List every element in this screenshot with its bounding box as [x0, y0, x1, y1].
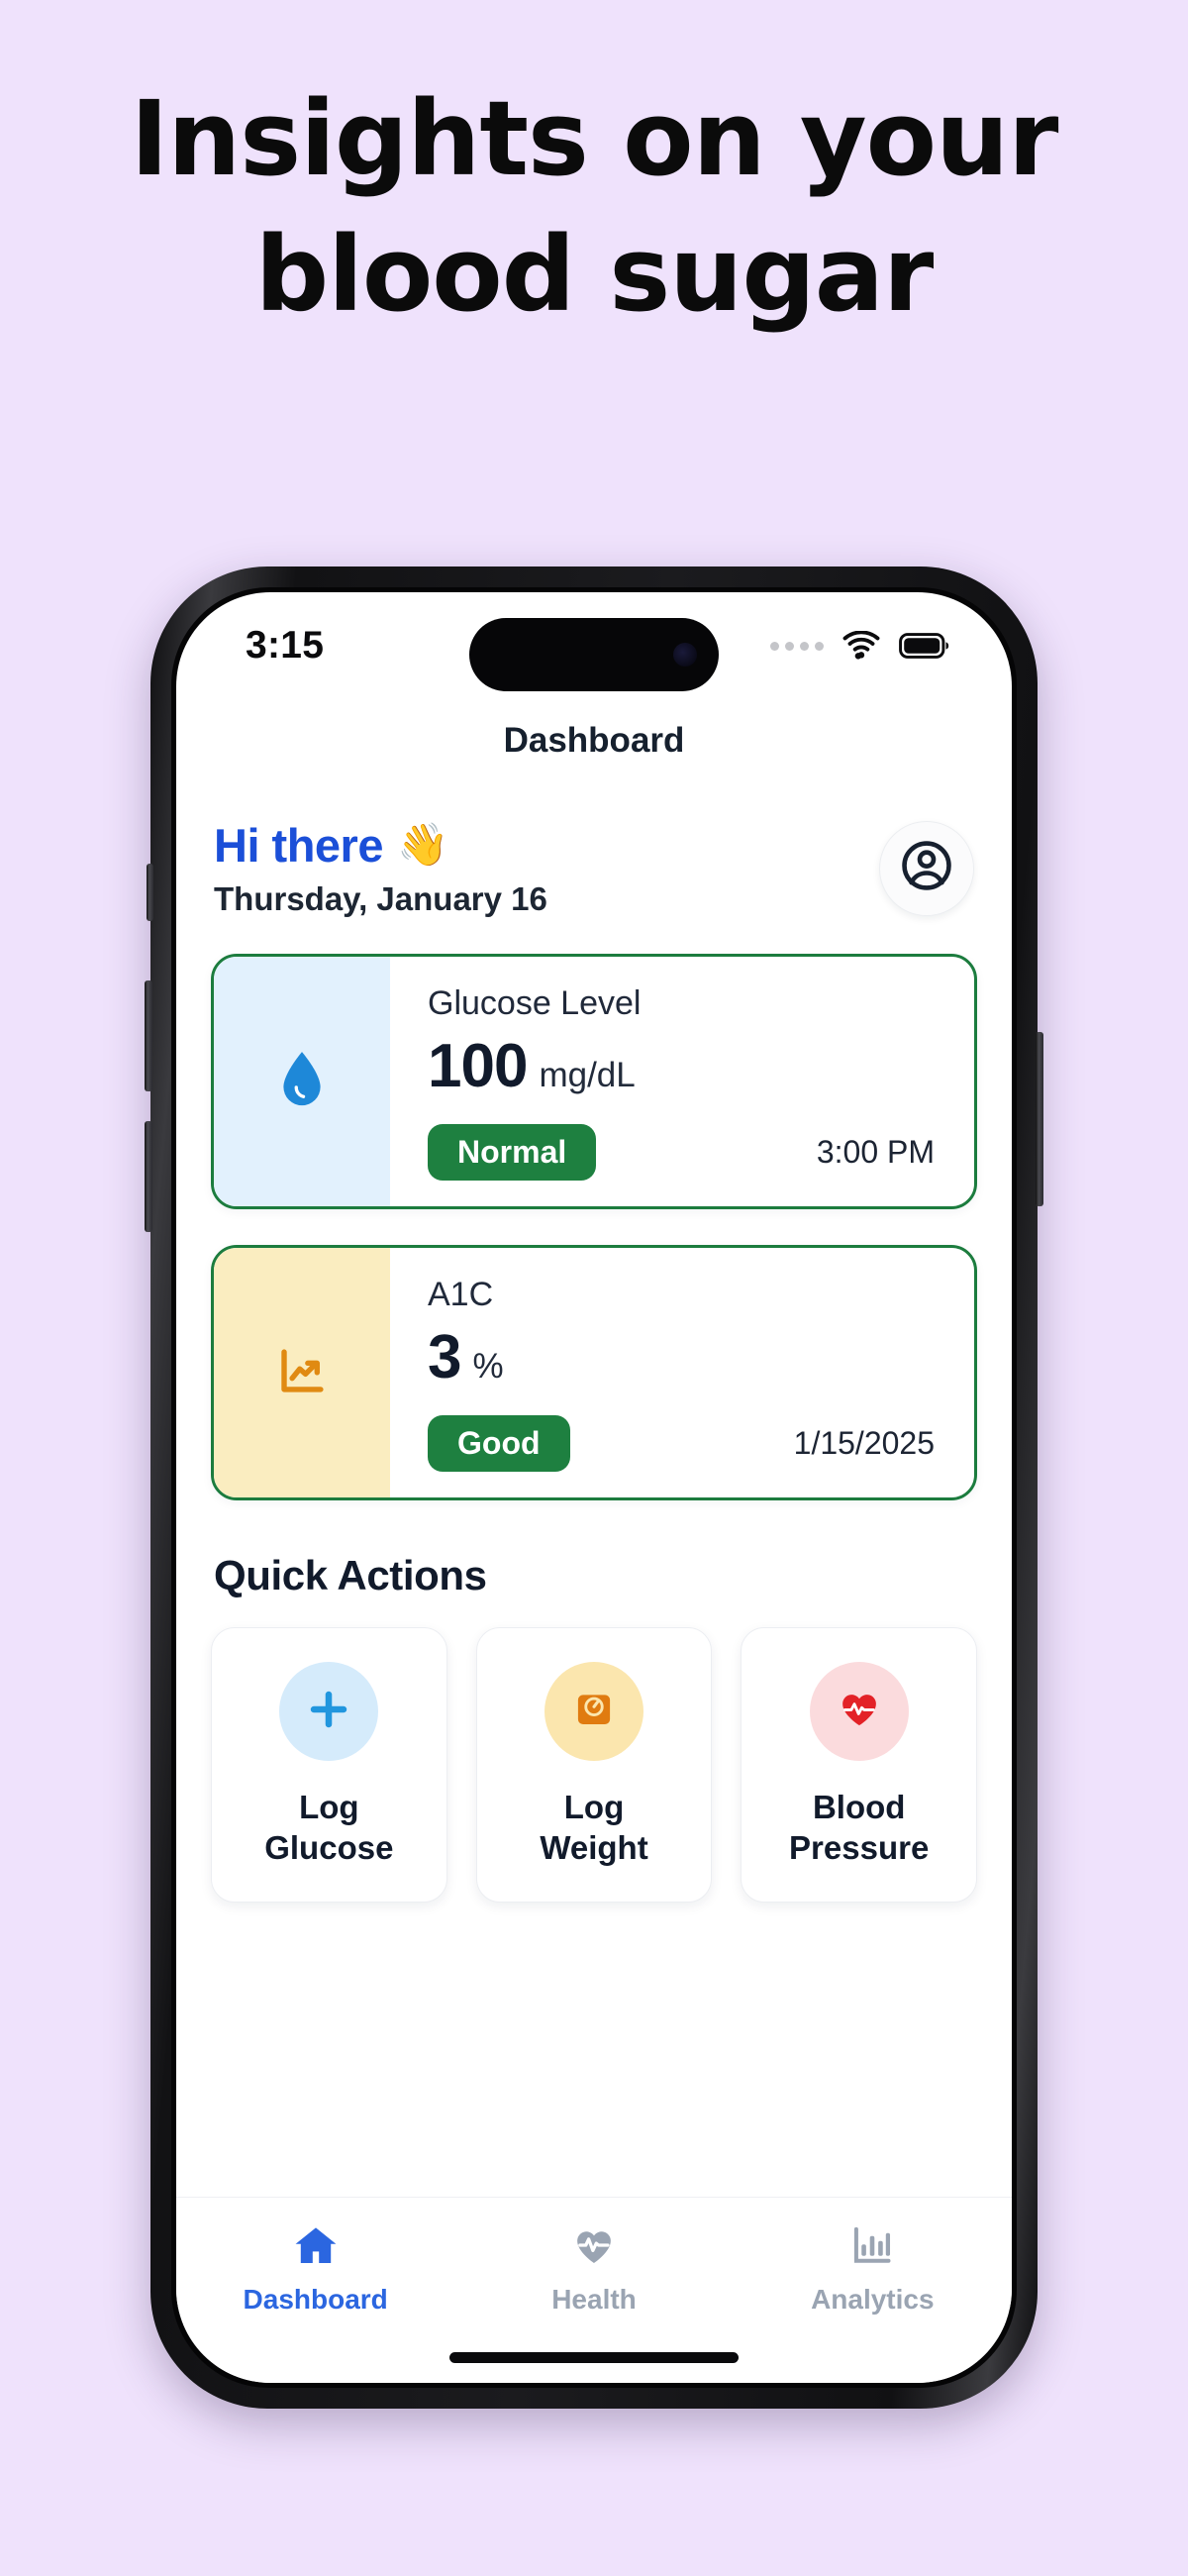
tab-health[interactable]: Health [454, 2223, 733, 2316]
status-bar: 3:15 [176, 592, 1012, 699]
quick-action-icon-wrap [279, 1662, 379, 1761]
marketing-headline: Insights on your blood sugar [0, 0, 1188, 344]
power-button[interactable] [1036, 1032, 1043, 1206]
water-drop-icon [277, 1049, 327, 1115]
quick-action-label-line1: Log [299, 1789, 359, 1825]
page-title: Dashboard [503, 721, 685, 760]
quick-action-icon-wrap [809, 1662, 909, 1761]
wifi-icon [841, 631, 882, 661]
tab-analytics[interactable]: Analytics [734, 2223, 1012, 2316]
metric-value: 3 [428, 1323, 461, 1391]
quick-action-label-line2: Glucose [264, 1829, 394, 1867]
metric-footer: Normal 3:00 PM [428, 1123, 939, 1181]
status-time: 3:15 [246, 624, 325, 667]
heart-pulse-icon [571, 2223, 617, 2272]
greeting-hello-label: Hi there [214, 819, 384, 872]
bar-chart-icon [849, 2223, 895, 2272]
greeting-date: Thursday, January 16 [214, 880, 547, 917]
headline-line-1: Insights on your [130, 78, 1059, 199]
avatar[interactable] [879, 820, 974, 916]
bottom-tab-bar: Dashboard Health Analytics [176, 2197, 1012, 2331]
quick-actions-title: Quick Actions [214, 1552, 487, 1598]
greeting-header: Hi there 👋 Thursday, January 16 [211, 818, 977, 918]
quick-action-label: Log Weight [540, 1787, 647, 1869]
greeting-text-block: Hi there 👋 Thursday, January 16 [214, 818, 547, 918]
battery-full-icon [899, 632, 950, 660]
quick-action-label-line2: Pressure [789, 1829, 930, 1867]
app-body: Dashboard Hi there 👋 Thursday, January 1… [176, 699, 1012, 2383]
status-indicators [770, 631, 950, 661]
scroll-content: Hi there 👋 Thursday, January 16 Glucose … [176, 771, 1012, 2197]
metric-content: A1C 3 % Good 1/15/2025 [390, 1248, 974, 1497]
metric-unit: mg/dL [539, 1056, 636, 1094]
volume-up-button[interactable] [145, 980, 152, 1091]
quick-actions-grid: Log Glucose Log Weight Blood Pressure [211, 1627, 978, 1903]
metric-unit: % [472, 1347, 504, 1386]
metric-card-glucose[interactable]: Glucose Level 100 mg/dL Normal 3:00 PM [211, 954, 977, 1209]
phone-body: 3:15 Dashboard Hi there 👋 Thursday, Janu… [145, 567, 1043, 2409]
metric-content: Glucose Level 100 mg/dL Normal 3:00 PM [390, 957, 974, 1206]
waving-hand-icon: 👋 [397, 821, 448, 868]
account-circle-icon [898, 837, 955, 899]
silence-switch-button[interactable] [147, 864, 153, 921]
status-badge: Good [428, 1414, 570, 1472]
phone-mockup: 3:15 Dashboard Hi there 👋 Thursday, Janu… [145, 567, 1043, 2448]
tab-label: Health [551, 2284, 637, 2315]
greeting-hello: Hi there 👋 [214, 818, 547, 873]
metric-card-a1c[interactable]: A1C 3 % Good 1/15/2025 [211, 1245, 977, 1500]
plus-icon [306, 1687, 351, 1737]
quick-action-label: Log Glucose [264, 1787, 393, 1869]
quick-action-log-glucose[interactable]: Log Glucose [211, 1627, 447, 1903]
tab-dashboard[interactable]: Dashboard [176, 2223, 454, 2316]
metric-icon-pane [214, 1248, 390, 1497]
metric-timestamp: 1/15/2025 [793, 1424, 935, 1461]
metric-label: Glucose Level [428, 984, 642, 1022]
status-badge: Normal [428, 1123, 597, 1181]
tab-label: Analytics [811, 2284, 935, 2315]
metric-label: A1C [428, 1276, 494, 1313]
dynamic-island [469, 618, 719, 691]
chart-trending-up-icon [275, 1344, 329, 1402]
metric-timestamp: 3:00 PM [816, 1133, 935, 1170]
heart-pulse-icon [837, 1687, 882, 1737]
phone-screen: 3:15 Dashboard Hi there 👋 Thursday, Janu… [176, 592, 1012, 2383]
volume-down-button[interactable] [145, 1121, 152, 1232]
scale-icon [571, 1687, 617, 1737]
home-icon [292, 2223, 340, 2272]
tab-label: Dashboard [243, 2284, 388, 2315]
quick-action-label: Blood Pressure [789, 1787, 929, 1869]
quick-action-label-line1: Log [563, 1789, 625, 1825]
front-camera-icon [673, 643, 697, 667]
quick-action-blood-pressure[interactable]: Blood Pressure [741, 1627, 978, 1903]
metric-footer: Good 1/15/2025 [428, 1414, 939, 1472]
quick-action-log-weight[interactable]: Log Weight [475, 1627, 713, 1903]
quick-action-label-line2: Weight [540, 1829, 648, 1867]
metric-value-row: 3 % [428, 1327, 939, 1389]
quick-action-icon-wrap [544, 1662, 644, 1761]
metric-value-row: 100 mg/dL [428, 1036, 939, 1097]
metric-value: 100 [428, 1032, 528, 1100]
home-indicator[interactable] [176, 2331, 1012, 2383]
headline-line-2: blood sugar [254, 214, 935, 336]
quick-action-label-line1: Blood [812, 1789, 906, 1825]
signal-dots-icon [770, 641, 824, 651]
metric-icon-pane [214, 957, 390, 1206]
